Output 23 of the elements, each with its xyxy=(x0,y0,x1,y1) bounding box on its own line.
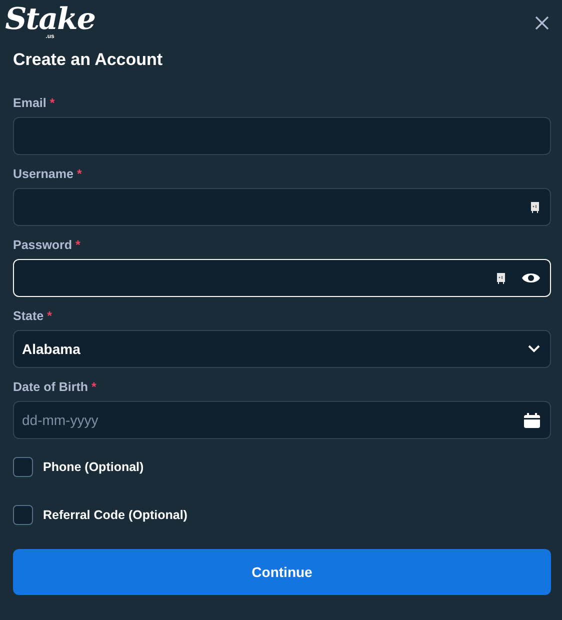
field-label: State * xyxy=(13,309,53,324)
select-field[interactable]: Alabama xyxy=(13,330,551,368)
calendar-icon[interactable] xyxy=(524,412,540,428)
close-icon[interactable] xyxy=(535,16,549,30)
date-field[interactable]: dd-mm-yyyy xyxy=(13,401,551,439)
field-label: Password * xyxy=(13,238,82,253)
field-label: Date of Birth * xyxy=(13,380,98,395)
field-label: Username * xyxy=(13,167,83,182)
checkbox-label[interactable]: Referral Code (Optional) xyxy=(43,508,188,522)
text-field[interactable] xyxy=(13,188,551,226)
text-field[interactable] xyxy=(13,117,551,155)
eye-icon[interactable] xyxy=(522,272,540,284)
logo-wordmark[interactable]: Stake xyxy=(5,4,95,36)
field-label: Email * xyxy=(13,96,56,111)
form-title: Create an Account xyxy=(13,50,164,71)
chevron-icon xyxy=(528,345,540,353)
select-value: Alabama xyxy=(22,341,82,357)
checkbox-label[interactable]: Phone (Optional) xyxy=(43,460,144,474)
password-field[interactable] xyxy=(13,259,551,297)
date-placeholder: dd-mm-yyyy xyxy=(22,412,100,428)
continue-button[interactable]: Continue xyxy=(13,549,551,595)
checkbox[interactable] xyxy=(13,457,33,477)
checkbox[interactable] xyxy=(13,505,33,525)
